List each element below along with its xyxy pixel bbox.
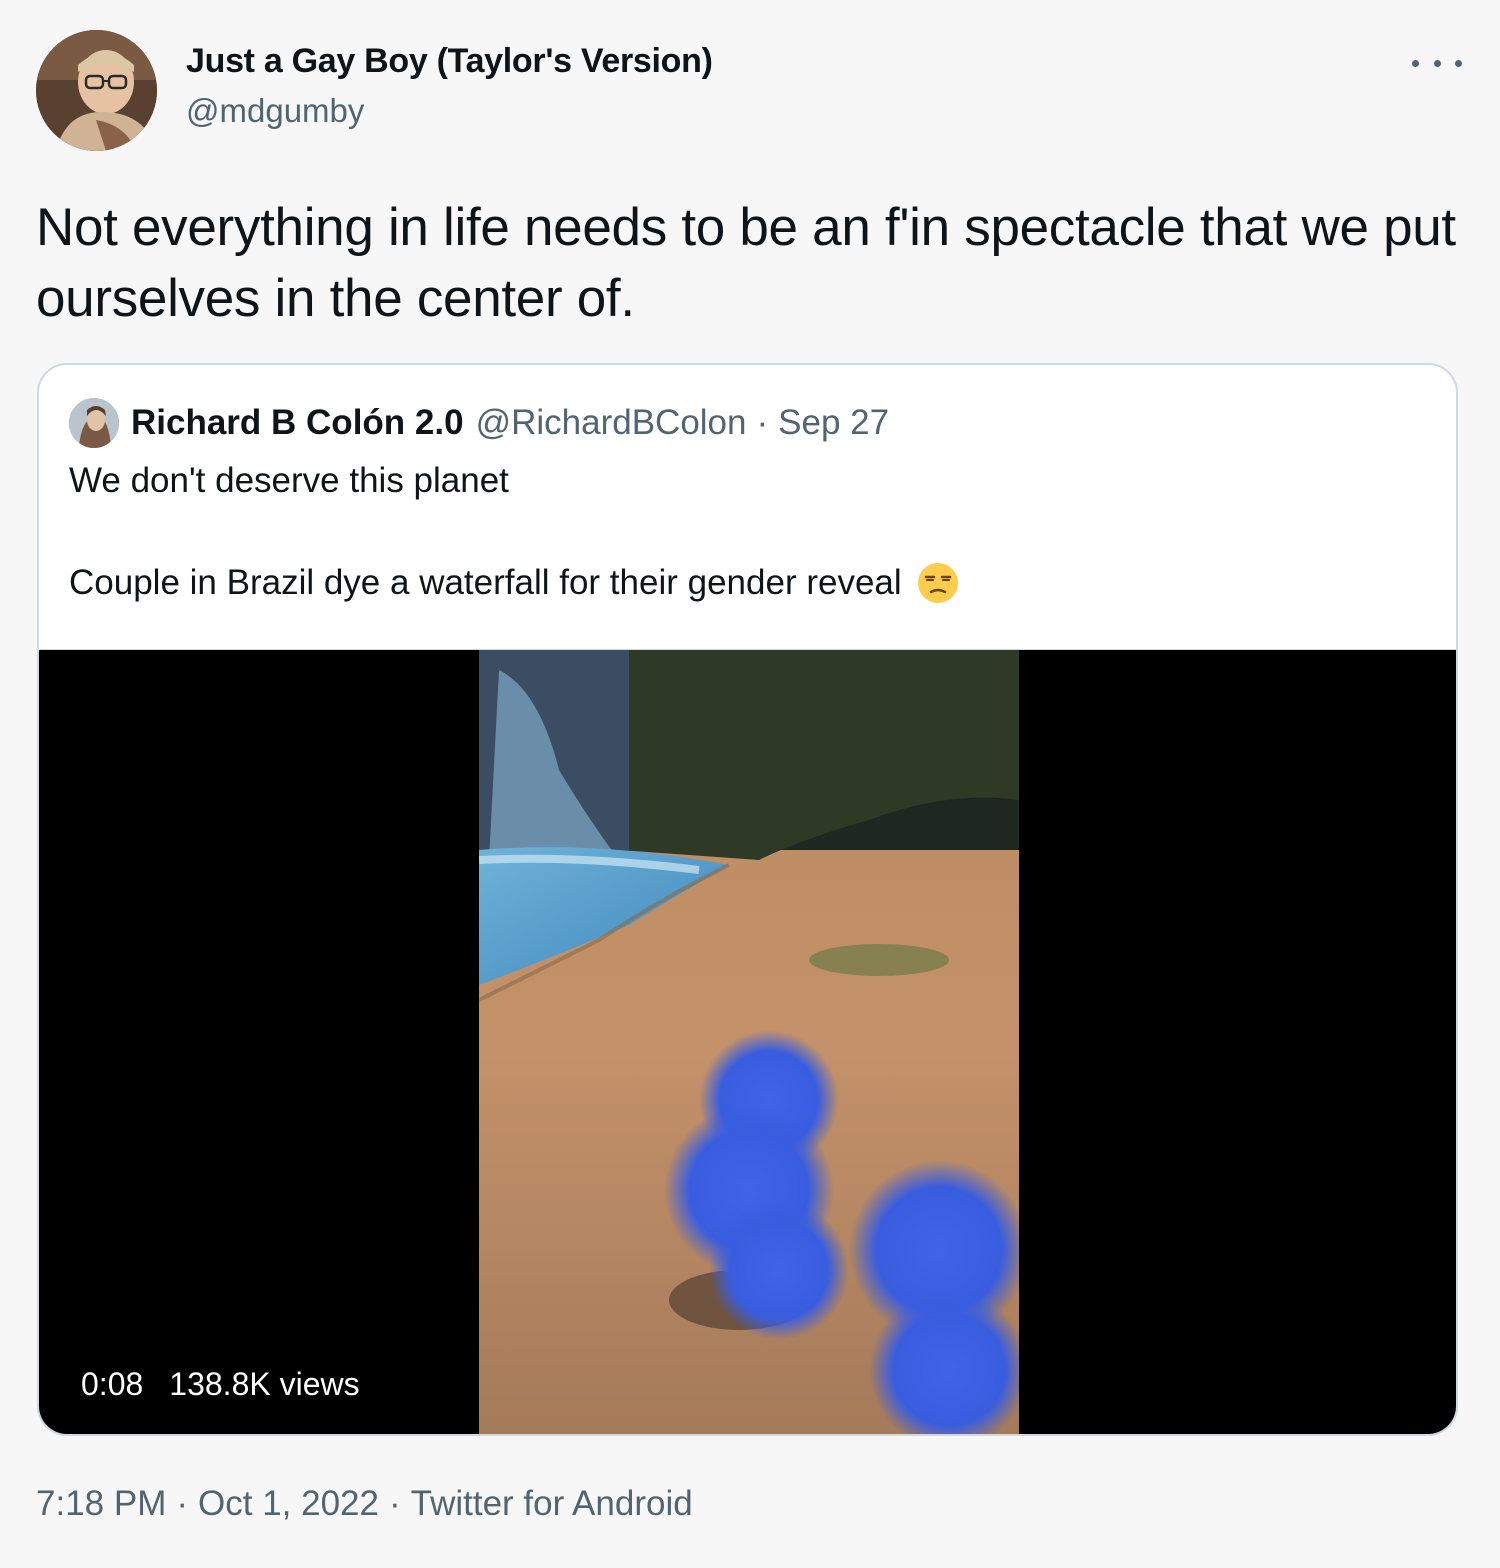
tweet-source[interactable]: Twitter for Android	[411, 1484, 693, 1523]
more-horizontal-icon[interactable]	[1412, 48, 1462, 78]
author-handle[interactable]: @mdgumby	[186, 92, 364, 130]
video-views: 138.8K views	[169, 1366, 360, 1402]
tweet-time[interactable]: 7:18 PM	[36, 1484, 166, 1523]
video-duration: 0:08	[81, 1366, 144, 1402]
quoted-tweet-text-line2-wrap: Couple in Brazil dye a waterfall for the…	[69, 561, 960, 605]
author-avatar-image	[36, 30, 157, 151]
unamused-face-icon	[917, 563, 958, 603]
video-thumbnail[interactable]	[479, 650, 1019, 1434]
tweet-date[interactable]: Oct 1, 2022	[198, 1484, 379, 1523]
quoted-author-avatar[interactable]	[69, 398, 119, 448]
quoted-author-handle[interactable]: @RichardBColon	[476, 403, 747, 443]
tweet-text: Not everything in life needs to be an f'…	[36, 198, 1456, 328]
quoted-tweet-text-line2: Couple in Brazil dye a waterfall for the…	[69, 563, 902, 602]
separator-dot: ·	[388, 1484, 401, 1523]
separator-dot: ·	[756, 403, 769, 442]
quoted-author-name[interactable]: Richard B Colón 2.0	[131, 403, 464, 443]
quoted-tweet-card[interactable]: Richard B Colón 2.0 @RichardBColon · Sep…	[37, 363, 1458, 1436]
more-dot	[1455, 59, 1462, 67]
quoted-tweet-date[interactable]: Sep 27	[778, 403, 889, 443]
quoted-tweet-header: Richard B Colón 2.0 @RichardBColon · Sep…	[69, 398, 889, 448]
video-meta: 0:08 138.8K views	[81, 1366, 360, 1403]
separator-dot: ·	[176, 1484, 189, 1523]
quoted-tweet-text-line1: We don't deserve this planet	[69, 461, 509, 500]
video-player[interactable]: 0:08 138.8K views	[39, 649, 1456, 1434]
more-dot	[1433, 59, 1441, 67]
tweet-footer: 7:18 PM · Oct 1, 2022 · Twitter for Android	[36, 1484, 693, 1524]
author-display-name[interactable]: Just a Gay Boy (Taylor's Version)	[186, 42, 713, 81]
author-avatar[interactable]	[36, 30, 157, 151]
more-dot	[1412, 59, 1419, 67]
